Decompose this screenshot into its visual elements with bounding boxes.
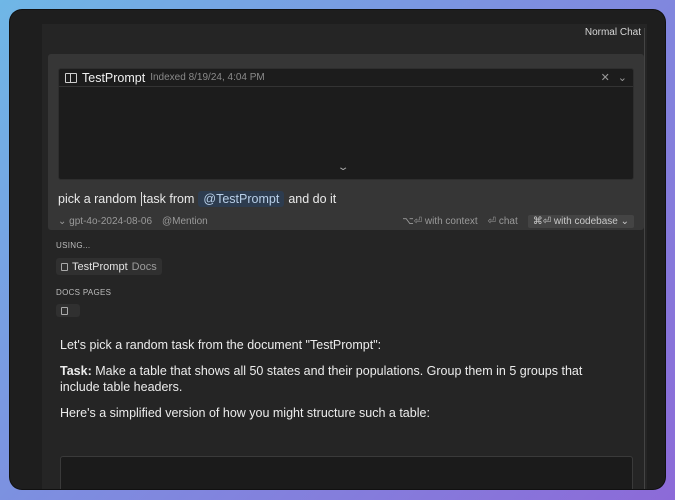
text-caret	[141, 192, 142, 206]
prompt-text-start: pick a random	[58, 192, 137, 206]
docs-page-chip[interactable]	[56, 304, 80, 317]
model-name: gpt-4o-2024-08-06	[69, 215, 153, 227]
prompt-text-end: and do it	[288, 192, 337, 206]
with-codebase-label: ⌘⏎ with codebase	[532, 215, 618, 227]
with-codebase-button[interactable]: ⌘⏎ with codebase ⌄	[527, 214, 634, 228]
response-task: Task: Make a table that shows all 50 sta…	[60, 363, 620, 395]
using-doc-chip[interactable]: TestPrompt Docs	[56, 258, 162, 275]
docs-pages-label: DOCS PAGES	[56, 288, 112, 297]
task-text: Make a table that shows all 50 states an…	[60, 364, 583, 394]
model-selector[interactable]: ⌄ gpt-4o-2024-08-06	[58, 216, 152, 227]
task-label: Task:	[60, 364, 92, 378]
expand-chevron-icon[interactable]: ⌄	[337, 162, 350, 173]
using-doc-kind: Docs	[131, 260, 157, 273]
doc-preview-header: TestPrompt Indexed 8/19/24, 4:04 PM ✕ ⌄	[59, 69, 633, 87]
book-icon	[65, 72, 77, 83]
document-icon	[61, 306, 68, 315]
chat-button[interactable]: ⏎ chat	[488, 216, 518, 227]
prompt-text-middle: task from	[143, 192, 195, 206]
using-section-label: USING...	[56, 241, 91, 250]
mention-chip[interactable]: @TestPrompt	[198, 191, 285, 207]
code-block[interactable]	[60, 456, 633, 489]
chat-mode-label[interactable]: Normal Chat	[585, 27, 641, 38]
app-window: Normal Chat TestPrompt Indexed 8/19/24, …	[10, 10, 665, 489]
doc-preview-card: TestPrompt Indexed 8/19/24, 4:04 PM ✕ ⌄ …	[58, 68, 634, 180]
doc-title: TestPrompt	[82, 70, 146, 85]
mention-button[interactable]: @Mention	[162, 216, 208, 227]
panel-divider	[644, 28, 645, 489]
close-icon[interactable]: ✕	[601, 71, 610, 84]
chat-composer: TestPrompt Indexed 8/19/24, 4:04 PM ✕ ⌄ …	[48, 54, 644, 230]
doc-indexed-meta: Indexed 8/19/24, 4:04 PM	[150, 72, 265, 83]
prompt-input[interactable]: pick a random task from @TestPrompt and …	[58, 191, 336, 207]
chevron-down-icon[interactable]: ⌄	[618, 71, 627, 84]
document-icon	[61, 262, 68, 271]
assistant-response: Let's pick a random task from the docume…	[60, 337, 620, 431]
with-context-button[interactable]: ⌥⏎ with context	[402, 216, 477, 227]
response-intro: Let's pick a random task from the docume…	[60, 338, 382, 352]
response-followup: Here's a simplified version of how you m…	[60, 406, 430, 420]
composer-footer: ⌄ gpt-4o-2024-08-06 @Mention ⌥⏎ with con…	[58, 214, 634, 228]
using-doc-name: TestPrompt	[72, 260, 128, 273]
